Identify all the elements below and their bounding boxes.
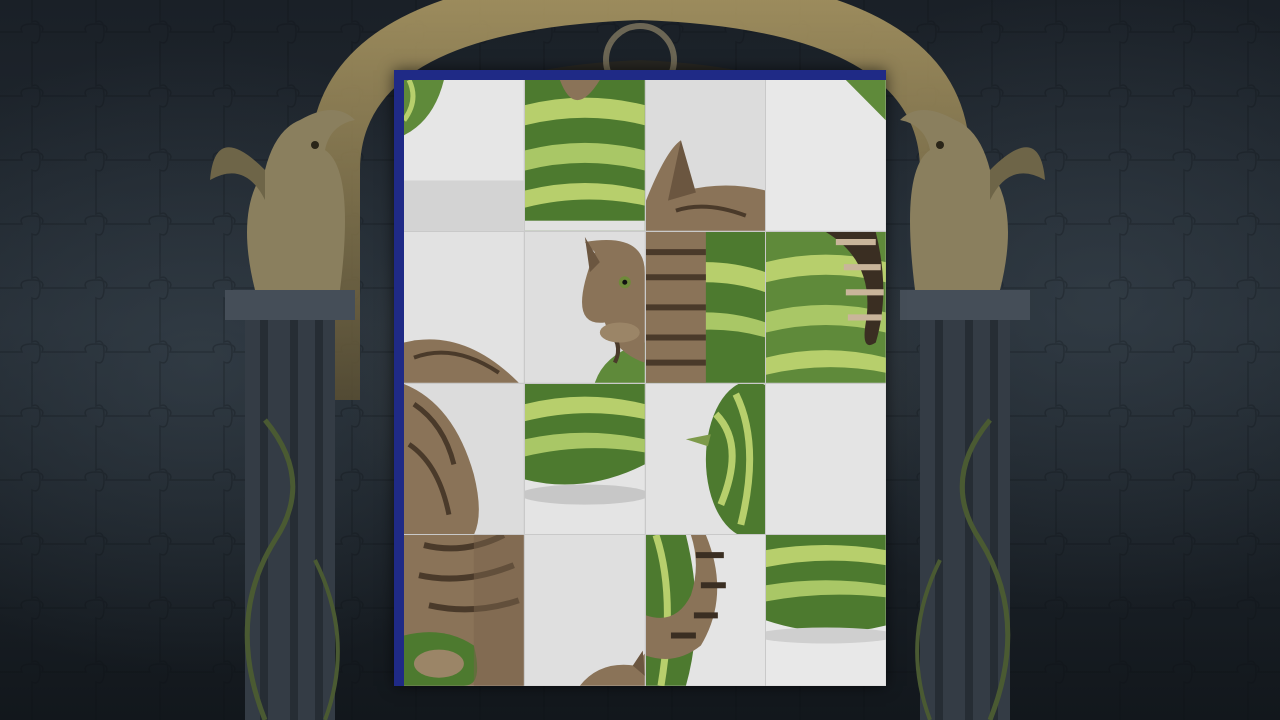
puzzle-tile-5[interactable]: 5 [404, 231, 524, 383]
puzzle-tile-10[interactable]: 10 [524, 383, 645, 535]
puzzle-tile-15[interactable]: 15 [645, 535, 766, 686]
puzzle-board-frame: 1 2 3 [394, 70, 886, 686]
puzzle-tile-16[interactable]: 16 [766, 535, 886, 686]
puzzle-tile-11[interactable]: 11 [645, 383, 766, 535]
puzzle-tile-13[interactable]: 13 [404, 535, 524, 686]
puzzle-tile-2[interactable]: 2 [524, 80, 645, 231]
left-column-gargoyle [210, 110, 355, 720]
puzzle-tile-6[interactable]: 6 [524, 231, 645, 383]
puzzle-tile-1[interactable]: 1 [404, 80, 524, 231]
game-scene: 1 2 3 [0, 0, 1280, 720]
puzzle-tile-4[interactable]: 4 [766, 80, 886, 231]
puzzle-tile-8[interactable]: 8 [766, 231, 886, 383]
puzzle-tile-7[interactable]: 7 [645, 231, 766, 383]
right-column-gargoyle [900, 110, 1045, 720]
puzzle-tile-9[interactable]: 9 [404, 383, 524, 535]
puzzle-board: 1 2 3 [404, 80, 886, 686]
puzzle-tile-14[interactable]: 14 [524, 535, 645, 686]
puzzle-tile-3[interactable]: 3 [645, 80, 766, 231]
puzzle-tile-12[interactable]: 12 [766, 383, 886, 535]
